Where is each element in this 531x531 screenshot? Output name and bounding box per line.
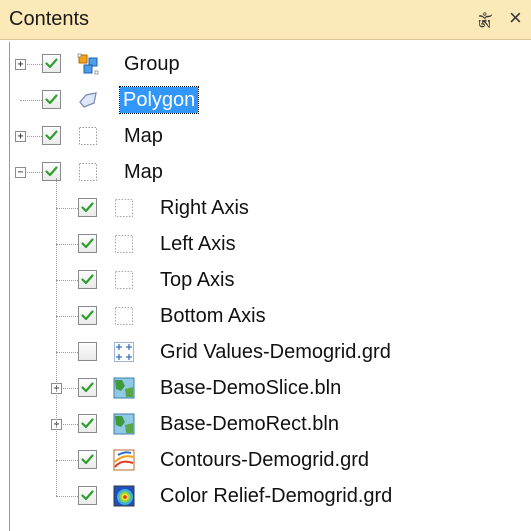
contour-icon <box>113 449 135 471</box>
contents-tree: + Group Polygon + Map − Map Right Axis Left Axis… <box>9 42 531 531</box>
expand-icon[interactable]: + <box>15 131 26 142</box>
tree-connector <box>56 208 78 209</box>
tree-item-label: Map <box>124 161 163 183</box>
tree-item[interactable]: + Base-DemoSlice.bln <box>10 371 530 405</box>
visibility-checkbox[interactable] <box>78 306 97 325</box>
tree-item[interactable]: − Map <box>10 155 530 189</box>
tree-item-label: Map <box>124 125 163 147</box>
visibility-checkbox[interactable] <box>78 414 97 433</box>
tree-item-label: Contours-Demogrid.grd <box>160 449 369 471</box>
tree-connector <box>56 178 57 496</box>
visibility-checkbox[interactable] <box>78 342 97 361</box>
visibility-checkbox[interactable] <box>78 378 97 397</box>
visibility-checkbox[interactable] <box>78 270 97 289</box>
base-map-icon <box>113 413 135 435</box>
tree-item[interactable]: Contours-Demogrid.grd <box>10 443 530 477</box>
tree-item-label: Color Relief-Demogrid.grd <box>160 485 393 507</box>
polygon-icon <box>77 89 99 111</box>
tree-item[interactable]: + Map <box>10 119 530 153</box>
visibility-checkbox[interactable] <box>78 198 97 217</box>
axis-icon <box>113 269 135 291</box>
tree-item[interactable]: Grid Values-Demogrid.grd <box>10 335 530 369</box>
tree-connector <box>56 496 78 497</box>
tree-item-label: Group <box>124 53 180 75</box>
panel-titlebar: Contents ༀ × <box>0 0 531 40</box>
expand-icon[interactable]: + <box>15 59 26 70</box>
map-icon <box>77 125 99 147</box>
tree-item[interactable]: + Base-DemoRect.bln <box>10 407 530 441</box>
tree-item-label: Base-DemoRect.bln <box>160 413 339 435</box>
visibility-checkbox[interactable] <box>42 126 61 145</box>
visibility-checkbox[interactable] <box>78 450 97 469</box>
axis-icon <box>113 233 135 255</box>
tree-item[interactable]: + Group <box>10 47 530 81</box>
base-map-icon <box>113 377 135 399</box>
tree-item[interactable]: Top Axis <box>10 263 530 297</box>
grid-values-icon <box>113 341 135 363</box>
tree-item-label: Base-DemoSlice.bln <box>160 377 342 399</box>
visibility-checkbox[interactable] <box>78 486 97 505</box>
close-icon[interactable]: × <box>509 5 522 31</box>
tree-item-label: Right Axis <box>160 197 249 219</box>
visibility-checkbox[interactable] <box>78 234 97 253</box>
tree-connector <box>20 100 42 101</box>
tree-item-label: Polygon <box>118 86 200 114</box>
collapse-icon[interactable]: − <box>15 167 26 178</box>
color-relief-icon <box>113 485 135 507</box>
tree-item[interactable]: Color Relief-Demogrid.grd <box>10 479 530 513</box>
tree-connector <box>56 316 78 317</box>
tree-item-label: Left Axis <box>160 233 236 255</box>
tree-item-label: Bottom Axis <box>160 305 266 327</box>
tree-item[interactable]: Right Axis <box>10 191 530 225</box>
tree-connector <box>56 280 78 281</box>
tree-item-label: Grid Values-Demogrid.grd <box>160 341 391 363</box>
axis-icon <box>113 305 135 327</box>
map-icon <box>77 161 99 183</box>
visibility-checkbox[interactable] <box>42 162 61 181</box>
panel-title: Contents <box>9 8 90 30</box>
tree-connector <box>56 460 78 461</box>
visibility-checkbox[interactable] <box>42 90 61 109</box>
tree-item[interactable]: Polygon <box>10 83 530 117</box>
axis-icon <box>113 197 135 219</box>
tree-item-label: Top Axis <box>160 269 235 291</box>
contents-panel: Contents ༀ × + Group Polygon + Map − Map Right … <box>0 0 531 531</box>
group-icon <box>77 53 99 75</box>
visibility-checkbox[interactable] <box>42 54 61 73</box>
tree-item[interactable]: Left Axis <box>10 227 530 261</box>
tree-connector <box>56 244 78 245</box>
tree-item[interactable]: Bottom Axis <box>10 299 530 333</box>
tree-connector <box>56 352 78 353</box>
